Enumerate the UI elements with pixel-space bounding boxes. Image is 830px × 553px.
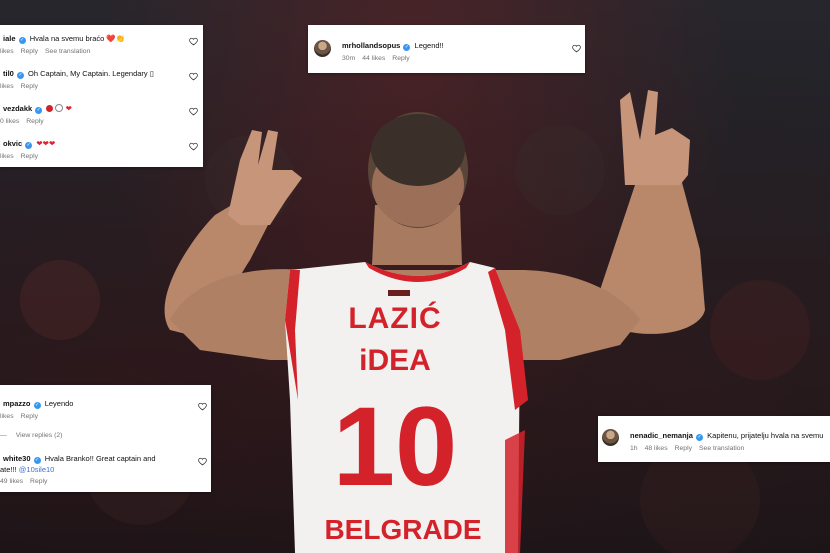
comment-username[interactable]: mrhollandsopus bbox=[342, 41, 400, 50]
likes-count[interactable]: likes bbox=[0, 48, 14, 55]
comment-username[interactable]: vezdakk bbox=[3, 104, 32, 113]
red-circle-emoji bbox=[46, 105, 54, 112]
likes-count[interactable]: likes bbox=[0, 153, 14, 160]
likes-count[interactable]: 44 likes bbox=[362, 55, 385, 62]
reply-button[interactable]: Reply bbox=[21, 413, 38, 420]
verified-badge-icon: ✓ bbox=[696, 434, 704, 441]
view-replies-link[interactable]: — View replies (2) bbox=[0, 432, 69, 439]
comment-text: mrhollandsopus ✓ Legend!! bbox=[342, 41, 444, 51]
comment-body: Hvala na svemu braćo ❤️👏 bbox=[29, 34, 126, 43]
heart-icon[interactable] bbox=[198, 457, 207, 466]
likes-count[interactable]: likes bbox=[0, 413, 14, 420]
comment-text-line2: ate!!! @10sile10 bbox=[0, 465, 54, 474]
heart-emoji: ❤ bbox=[65, 104, 72, 113]
verified-badge-icon: ✓ bbox=[33, 457, 41, 464]
mention-link[interactable]: @10sile10 bbox=[19, 465, 55, 474]
comment-body: Hvala Branko!! Great captain and bbox=[44, 454, 156, 463]
comment-body: Legend!! bbox=[414, 41, 444, 50]
comment-username[interactable]: okvic bbox=[3, 139, 22, 148]
reply-button[interactable]: Reply bbox=[30, 478, 47, 485]
comment-body: Kapitenu, prijatelju hvala na svemu bbox=[707, 431, 824, 440]
comment-meta: 49 likes Reply bbox=[0, 478, 54, 485]
comment-text: nenadic_nemanja ✓ Kapitenu, prijatelju h… bbox=[630, 431, 823, 441]
comment-meta: 1h 48 likes Reply See translation bbox=[630, 445, 751, 452]
verified-badge-icon: ✓ bbox=[403, 44, 411, 51]
verified-badge-icon: ✓ bbox=[18, 37, 26, 44]
heart-icon[interactable] bbox=[198, 402, 207, 411]
comment-body: Oh Captain, My Captain. Legendary ▯ bbox=[28, 69, 154, 78]
comment-text: vezdakk ✓ ❤ bbox=[3, 104, 72, 114]
heart-emoji: ❤❤❤ bbox=[36, 139, 56, 148]
comment-body: ate!!! bbox=[0, 465, 17, 474]
verified-badge-icon: ✓ bbox=[16, 72, 24, 79]
see-translation-link[interactable]: See translation bbox=[699, 445, 744, 452]
likes-count[interactable]: 48 likes bbox=[645, 445, 668, 452]
jersey-number: 10 bbox=[332, 384, 458, 509]
jersey-name: LAZIĆ bbox=[348, 302, 442, 335]
comment-time: 1h bbox=[630, 445, 638, 452]
comments-panel-top-left: iale ✓ Hvala na svemu braćo ❤️👏 likes Rep… bbox=[0, 25, 203, 167]
comment-meta: likes Reply See translation bbox=[0, 48, 97, 55]
heart-icon[interactable] bbox=[189, 142, 198, 151]
comment-username[interactable]: til0 bbox=[3, 69, 14, 78]
comment-username[interactable]: iale bbox=[3, 34, 16, 43]
comment-panel-top-center: mrhollandsopus ✓ Legend!! 30m 44 likes Rep… bbox=[308, 25, 585, 73]
comment-text: mpazzo ✓ Leyendo bbox=[3, 399, 73, 409]
likes-count[interactable]: 49 likes bbox=[0, 478, 23, 485]
avatar[interactable] bbox=[314, 40, 331, 57]
likes-count[interactable]: likes bbox=[0, 83, 14, 90]
view-replies-label[interactable]: View replies (2) bbox=[16, 432, 63, 439]
avatar[interactable] bbox=[602, 429, 619, 446]
comment-username[interactable]: white30 bbox=[3, 454, 31, 463]
white-circle-emoji bbox=[55, 104, 64, 112]
comment-text: white30 ✓ Hvala Branko!! Great captain a… bbox=[3, 454, 156, 464]
verified-badge-icon: ✓ bbox=[25, 142, 33, 149]
comment-body: Leyendo bbox=[44, 399, 74, 408]
reply-button[interactable]: Reply bbox=[21, 83, 38, 90]
comment-text: til0 ✓ Oh Captain, My Captain. Legendary… bbox=[3, 69, 154, 79]
see-translation-link[interactable]: See translation bbox=[45, 48, 90, 55]
reply-button[interactable]: Reply bbox=[21, 153, 38, 160]
comment-meta: likes Reply bbox=[0, 153, 45, 160]
comment-meta: 0 likes Reply bbox=[0, 118, 51, 125]
comments-panel-bottom-left: mpazzo ✓ Leyendo likes Reply — View repli… bbox=[0, 385, 211, 492]
reply-button[interactable]: Reply bbox=[21, 48, 38, 55]
comment-username[interactable]: nenadic_nemanja bbox=[630, 431, 693, 440]
reply-button[interactable]: Reply bbox=[26, 118, 43, 125]
comment-time: 30m bbox=[342, 55, 356, 62]
heart-icon[interactable] bbox=[189, 107, 198, 116]
comment-text: iale ✓ Hvala na svemu braćo ❤️👏 bbox=[3, 34, 125, 44]
comment-meta: 30m 44 likes Reply bbox=[342, 55, 417, 62]
heart-icon[interactable] bbox=[572, 44, 581, 53]
comment-meta: likes Reply bbox=[0, 83, 45, 90]
comment-username[interactable]: mpazzo bbox=[3, 399, 31, 408]
verified-badge-icon: ✓ bbox=[35, 107, 43, 114]
heart-icon[interactable] bbox=[189, 37, 198, 46]
comment-text: okvic ✓ ❤❤❤ bbox=[3, 139, 55, 149]
comment-meta: likes Reply bbox=[0, 413, 45, 420]
jersey-city: BELGRADE bbox=[324, 514, 482, 545]
likes-count[interactable]: 0 likes bbox=[0, 118, 19, 125]
verified-badge-icon: ✓ bbox=[33, 402, 41, 409]
reply-button[interactable]: Reply bbox=[675, 445, 692, 452]
reply-button[interactable]: Reply bbox=[392, 55, 409, 62]
comment-panel-right: nenadic_nemanja ✓ Kapitenu, prijatelju h… bbox=[598, 416, 830, 462]
heart-icon[interactable] bbox=[189, 72, 198, 81]
